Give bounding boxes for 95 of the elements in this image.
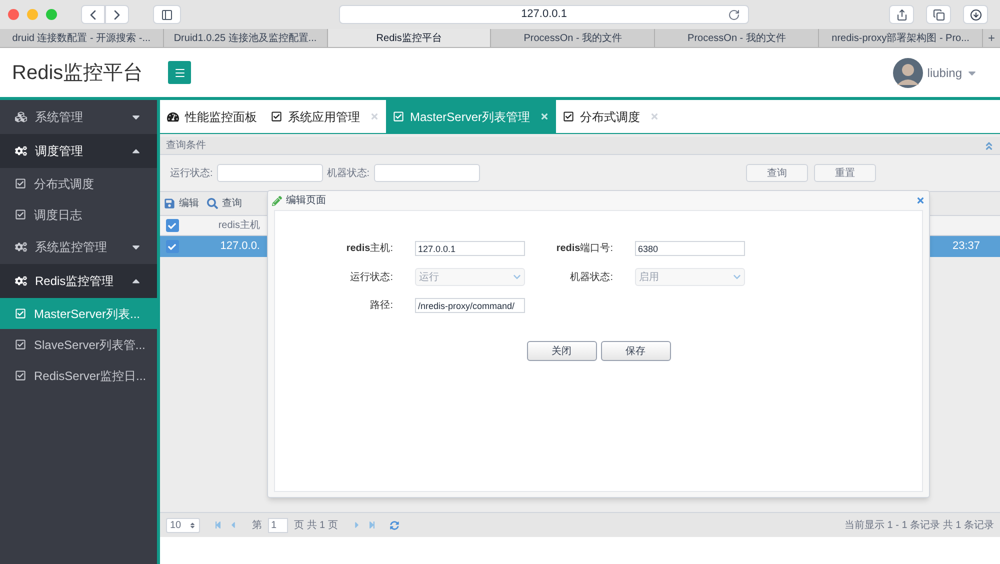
checkbox-icon (15, 370, 26, 381)
sidebar-group[interactable]: 系统管理 (0, 100, 157, 134)
page-input[interactable]: 1 (268, 518, 288, 532)
select-field[interactable] (216, 164, 323, 182)
checkbox-icon (271, 111, 282, 122)
back-button[interactable] (81, 5, 105, 24)
text-field[interactable]: /nredis-proxy/command/ (415, 298, 525, 313)
chevron-down-icon (733, 273, 741, 281)
sidebar-group[interactable]: 系统监控管理 (0, 230, 157, 264)
close-icon[interactable] (540, 112, 550, 121)
text-field[interactable]: 6380 (635, 241, 745, 256)
close-icon[interactable] (370, 112, 379, 121)
user-name[interactable]: liubing (927, 64, 962, 82)
field-label: 路径: (369, 299, 394, 313)
sidebar-group[interactable]: 调度管理 (0, 134, 157, 168)
page-size-select[interactable]: 10 (166, 518, 200, 532)
sidebar-item[interactable]: SlaveServer列表管... (0, 329, 157, 360)
share-button[interactable] (889, 5, 914, 24)
page-label: 第 (252, 518, 262, 532)
header-checkbox[interactable] (166, 219, 178, 232)
column-header[interactable]: redis主机 (184, 218, 260, 233)
tabs-icon (932, 8, 944, 20)
close-icon[interactable] (916, 196, 925, 205)
checkbox-icon (15, 339, 26, 350)
cogs-icon (15, 275, 27, 287)
dialog-title: 编辑页面 (286, 194, 327, 208)
sidebar-button[interactable] (153, 5, 181, 24)
download-button[interactable] (963, 5, 988, 24)
row-checkbox[interactable] (166, 240, 178, 253)
checkbox-icon (15, 209, 26, 220)
browser-tab[interactable]: ProcessOn - 我的文件 (491, 29, 656, 47)
field-label: 运行状态: (349, 270, 394, 284)
cogs-icon (15, 241, 27, 253)
checkbox-icon (15, 308, 26, 319)
sort-icon (189, 522, 196, 528)
collapse-icon[interactable] (984, 140, 994, 150)
share-icon (896, 8, 908, 20)
sidebar-item[interactable]: RedisServer监控日... (0, 360, 157, 391)
browser-tab[interactable]: druid 连接数配置 - 开源搜索 -... (0, 29, 164, 47)
query-panel-button[interactable]: 查询 (746, 164, 808, 182)
content-tab[interactable]: 系统应用管理 (264, 100, 386, 133)
refresh-icon[interactable] (390, 520, 399, 530)
avatar[interactable] (893, 58, 924, 88)
table-cell-text: 127.0.0. (219, 239, 260, 254)
menu-icon (174, 66, 186, 78)
table-cell-text: 23:37 (952, 239, 980, 254)
close-icon[interactable] (650, 112, 660, 121)
field-label: redis主机: (345, 242, 394, 256)
text-field[interactable]: 127.0.0.1 (415, 241, 525, 256)
sidebar-group[interactable]: Redis监控管理 (0, 264, 157, 298)
sidebar-item[interactable]: 调度日志 (0, 199, 157, 230)
download-icon (970, 8, 982, 20)
first-page-icon[interactable] (214, 521, 222, 529)
sidebar-item[interactable]: 分布式调度 (0, 168, 157, 199)
chevron-down-icon (513, 273, 521, 281)
content-tab[interactable]: 分布式调度 (556, 100, 666, 133)
check-icon (168, 222, 176, 230)
dialog-button[interactable]: 保存 (600, 341, 670, 361)
record-summary: 当前显示 1 - 1 条记录 共 1 条记录 (844, 518, 994, 532)
app-title: Redis监控平台 (12, 60, 144, 86)
field-label: 机器状态: (326, 166, 370, 180)
browser-tab[interactable]: Redis监控平台 (328, 29, 492, 47)
panel-title: 查询条件 (166, 138, 207, 153)
new-tab-button[interactable]: + (982, 29, 1000, 47)
dashboard-icon (167, 110, 179, 122)
cogs-icon (15, 145, 27, 157)
page-count: 页 共 1 页 (294, 518, 338, 532)
browser-tab[interactable]: nredis-proxy部署架构图 - Pro... (819, 29, 983, 47)
select-field[interactable] (374, 164, 480, 182)
reload-icon[interactable] (728, 8, 740, 20)
content-tab[interactable]: 性能监控面板 (160, 100, 264, 133)
tabs-button[interactable] (926, 5, 951, 24)
address-bar[interactable]: 127.0.0.1 (339, 5, 749, 24)
field-label: 运行状态: (170, 166, 213, 180)
query-panel-button[interactable]: 重置 (814, 164, 876, 182)
search-icon (207, 198, 218, 209)
field-label: redis端口号: (555, 242, 614, 256)
checkbox-icon (563, 111, 574, 122)
menu-button[interactable] (168, 61, 191, 84)
dialog-button[interactable]: 关闭 (526, 341, 596, 361)
pencil-icon (272, 196, 282, 206)
check-icon (168, 242, 176, 250)
save-icon (164, 198, 175, 209)
toolbar-button[interactable]: 编辑 (164, 196, 199, 211)
toolbar-button[interactable]: 查询 (207, 196, 242, 211)
browser-tab[interactable]: ProcessOn - 我的文件 (655, 29, 820, 47)
field-label: 机器状态: (569, 270, 614, 284)
sidebar-icon (161, 8, 173, 20)
checkbox-icon (15, 178, 26, 189)
content-tab[interactable]: MasterServer列表管理 (386, 100, 556, 133)
sidebar-item[interactable]: MasterServer列表... (0, 298, 157, 329)
checkbox-icon (393, 111, 404, 122)
forward-button[interactable] (105, 5, 129, 24)
cubes-icon (15, 111, 27, 123)
last-page-icon[interactable] (368, 521, 376, 529)
